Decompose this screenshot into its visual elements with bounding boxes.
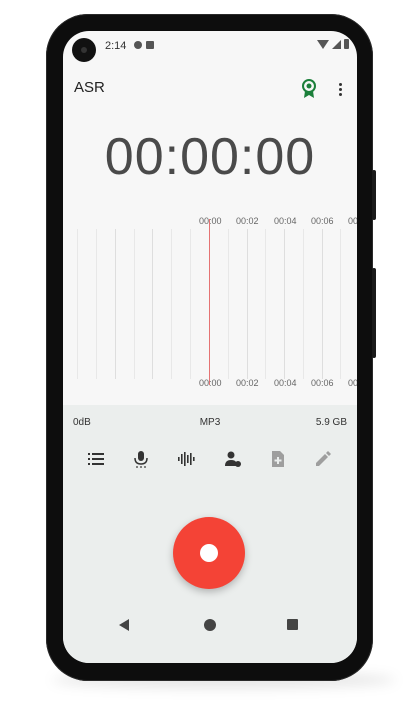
award-icon[interactable]	[301, 79, 317, 99]
play-protect-icon	[134, 41, 142, 49]
top-tick-label: 00:00	[199, 216, 222, 226]
recents-icon[interactable]	[287, 619, 298, 630]
info-row: 0dB MP3 5.9 GB	[63, 417, 357, 433]
add-file-icon[interactable]	[268, 449, 288, 469]
wifi-icon	[317, 39, 329, 49]
status-bar: 2:14	[63, 31, 357, 62]
home-icon[interactable]	[204, 619, 216, 631]
power-button	[372, 170, 376, 220]
mic-icon[interactable]	[131, 449, 151, 469]
top-tick-label: 00:0	[348, 216, 357, 226]
bottom-tick-label: 00:00	[199, 378, 222, 388]
top-tick-label: 00:04	[274, 216, 297, 226]
front-camera	[72, 38, 96, 62]
recording-timer: 00:00:00	[104, 128, 316, 186]
record-dot-icon	[200, 544, 218, 562]
volume-button	[372, 268, 376, 358]
status-time: 2:14	[105, 40, 127, 52]
bottom-tick-label: 00:02	[236, 378, 259, 388]
storage-readout: 5.9 GB	[315, 417, 347, 428]
record-button[interactable]	[173, 517, 245, 589]
edit-icon[interactable]	[313, 449, 333, 469]
format-readout: MP3	[199, 417, 221, 428]
top-tick-label: 00:06	[311, 216, 334, 226]
back-icon[interactable]	[119, 619, 129, 631]
waveform-view: 00:00 00:02 00:04 00:06 00:0 00:00 00:02…	[63, 211, 357, 391]
more-vert-icon[interactable]	[333, 77, 347, 101]
app-bar: ASR	[63, 75, 357, 105]
top-tick-label: 00:02	[236, 216, 259, 226]
system-nav-bar	[63, 605, 357, 645]
battery-icon	[344, 39, 349, 49]
app-screen: 2:14 ASR 00:00:00 00:00 00:02 00:04 00:0…	[63, 31, 357, 663]
signal-icon	[332, 39, 341, 49]
bottom-tick-label: 00:04	[274, 378, 297, 388]
waveform-icon[interactable]	[176, 449, 196, 469]
controls-panel: 0dB MP3 5.9 GB	[63, 405, 357, 663]
list-icon[interactable]	[86, 449, 106, 469]
speaker-settings-icon[interactable]	[223, 449, 243, 469]
app-title: ASR	[74, 79, 105, 96]
sd-card-icon	[146, 41, 154, 49]
playhead-cursor	[209, 219, 210, 385]
bottom-tick-label: 00:0	[348, 378, 357, 388]
status-right	[317, 39, 349, 49]
bottom-tick-label: 00:06	[311, 378, 334, 388]
